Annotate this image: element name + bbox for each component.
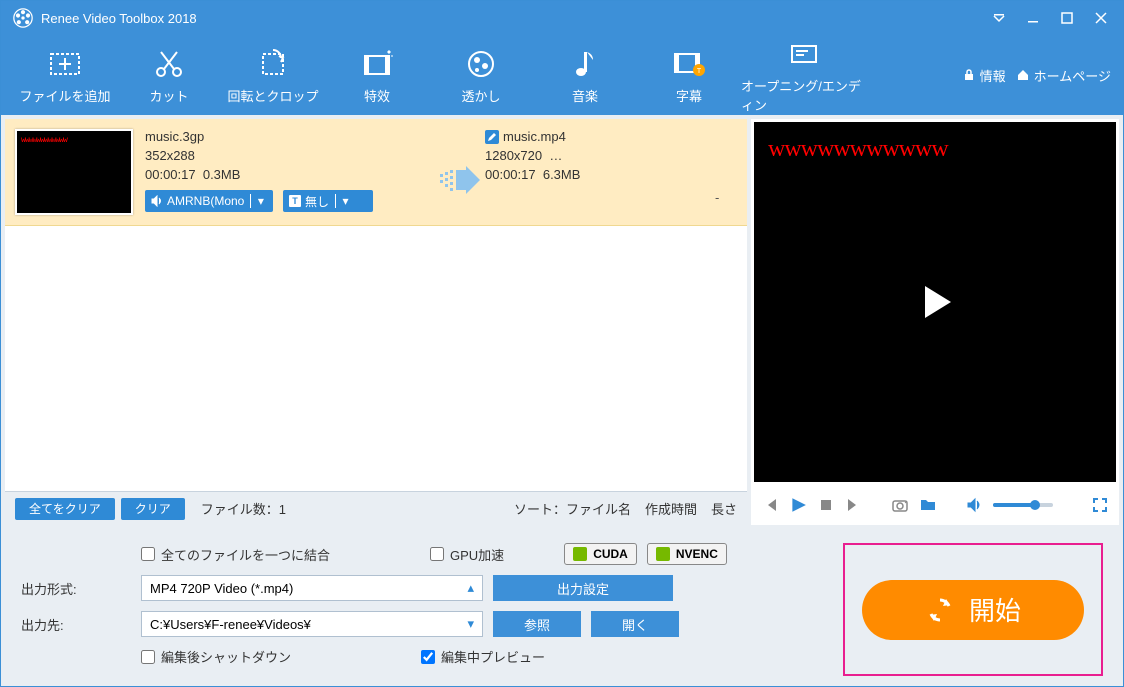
opening-label: オープニング/エンディン bbox=[741, 76, 867, 114]
list-footer: 全てをクリア クリア ファイル数：1 ソート：ファイル名 作成時間 長さ bbox=[5, 491, 747, 525]
play-button[interactable] bbox=[789, 496, 807, 514]
app-window: Renee Video Toolbox 2018 ファイルを追加 カット 回転と… bbox=[0, 0, 1124, 687]
snapshot-button[interactable] bbox=[891, 496, 909, 514]
file-count: ファイル数：1 bbox=[201, 499, 286, 518]
start-highlight: 開始 bbox=[843, 543, 1103, 676]
cuda-badge: CUDA bbox=[564, 543, 637, 565]
preview-panel: wwwwwwwwwww bbox=[751, 119, 1119, 525]
bottom-panel: 全てのファイルを一つに結合 GPU加速 CUDA NVENC 出力形式: MP4… bbox=[1, 529, 1123, 686]
src-resolution: 352x288 bbox=[145, 148, 435, 163]
music-button[interactable]: 音楽 bbox=[533, 46, 637, 105]
cut-label: カット bbox=[149, 86, 188, 105]
app-logo-icon bbox=[13, 8, 33, 28]
dst-filename: music.mp4 bbox=[503, 129, 566, 144]
clear-button[interactable]: クリア bbox=[121, 498, 185, 520]
subtitle-dropdown[interactable]: T無し ▾ bbox=[283, 190, 373, 212]
nvenc-badge: NVENC bbox=[647, 543, 727, 565]
text-icon: T bbox=[289, 195, 301, 207]
svg-text:T: T bbox=[697, 68, 702, 75]
effects-label: 特效 bbox=[364, 86, 390, 105]
speaker-icon bbox=[151, 195, 163, 207]
watermark-label: 透かし bbox=[461, 86, 500, 105]
sort-name[interactable]: ファイル名 bbox=[566, 502, 631, 517]
file-thumbnail: wwwwwwwwwwww bbox=[15, 129, 133, 215]
file-list-panel: wwwwwwwwwwww music.3gp 352x288 00:00:17 … bbox=[5, 119, 747, 525]
open-button[interactable]: 開く bbox=[591, 611, 679, 637]
shutdown-checkbox[interactable]: 編集後シャットダウン bbox=[141, 647, 291, 666]
minimize-icon[interactable] bbox=[1023, 8, 1043, 28]
merge-checkbox[interactable]: 全てのファイルを一つに結合 bbox=[141, 545, 330, 564]
main-area: wwwwwwwwwwww music.3gp 352x288 00:00:17 … bbox=[1, 115, 1123, 529]
preview-watermark: wwwwwwwwwww bbox=[768, 136, 948, 163]
folder-button[interactable] bbox=[919, 496, 937, 514]
output-format-dropdown[interactable]: MP4 720P Video (*.mp4)▴ bbox=[141, 575, 483, 601]
maximize-icon[interactable] bbox=[1057, 8, 1077, 28]
close-icon[interactable] bbox=[1091, 8, 1111, 28]
dropdown-icon[interactable] bbox=[989, 8, 1009, 28]
info-link[interactable]: 情報 bbox=[962, 66, 1006, 85]
effects-button[interactable]: 特效 bbox=[325, 46, 429, 105]
preview-controls bbox=[751, 485, 1119, 525]
subtitle-label: 字幕 bbox=[676, 86, 702, 105]
nvidia-icon bbox=[656, 547, 670, 561]
prev-button[interactable] bbox=[761, 496, 779, 514]
caret-up-icon: ▴ bbox=[467, 580, 474, 596]
output-settings-button[interactable]: 出力設定 bbox=[493, 575, 673, 601]
preview-area: wwwwwwwwwww bbox=[751, 119, 1119, 485]
fullscreen-button[interactable] bbox=[1091, 496, 1109, 514]
caret-down-icon: ▾ bbox=[467, 616, 474, 632]
audio-dropdown[interactable]: AMRNB(Mono ▾ bbox=[145, 190, 273, 212]
clear-all-button[interactable]: 全てをクリア bbox=[15, 498, 115, 520]
opening-button[interactable]: オープニング/エンディン bbox=[741, 36, 867, 114]
rotate-crop-label: 回転とクロップ bbox=[227, 86, 318, 105]
lock-icon bbox=[962, 68, 976, 82]
home-icon bbox=[1016, 68, 1030, 82]
main-toolbar: ファイルを追加 カット 回転とクロップ 特效 透かし 音楽 T 字幕 オープニン bbox=[1, 35, 1123, 115]
homepage-link[interactable]: ホームページ bbox=[1016, 66, 1111, 85]
src-duration: 00:00:17 bbox=[145, 167, 196, 182]
add-file-label: ファイルを追加 bbox=[19, 86, 110, 105]
play-overlay-icon[interactable] bbox=[911, 278, 959, 326]
titlebar: Renee Video Toolbox 2018 bbox=[1, 1, 1123, 35]
src-filename: music.3gp bbox=[145, 129, 435, 144]
output-format-label: 出力形式: bbox=[21, 579, 131, 598]
output-dir-dropdown[interactable]: C:¥Users¥F-renee¥Videos¥▾ bbox=[141, 611, 483, 637]
output-dir-label: 出力先: bbox=[21, 615, 131, 634]
sort-created[interactable]: 作成時間 bbox=[645, 499, 697, 518]
volume-icon[interactable] bbox=[965, 496, 983, 514]
edit-icon[interactable] bbox=[485, 130, 499, 144]
dst-duration: 00:00:17 bbox=[485, 167, 536, 182]
arrow-icon bbox=[438, 166, 482, 194]
dst-resolution: 1280x720 bbox=[485, 148, 542, 163]
file-list: wwwwwwwwwwww music.3gp 352x288 00:00:17 … bbox=[5, 119, 747, 491]
src-size: 0.3MB bbox=[203, 167, 241, 182]
nvidia-icon bbox=[573, 547, 587, 561]
volume-slider[interactable] bbox=[993, 503, 1053, 507]
sort-length[interactable]: 長さ bbox=[711, 499, 737, 518]
watermark-button[interactable]: 透かし bbox=[429, 46, 533, 105]
next-button[interactable] bbox=[845, 496, 863, 514]
stop-button[interactable] bbox=[817, 496, 835, 514]
browse-button[interactable]: 参照 bbox=[493, 611, 581, 637]
gpu-checkbox[interactable]: GPU加速 bbox=[430, 545, 504, 564]
music-label: 音楽 bbox=[572, 86, 598, 105]
dst-size: 6.3MB bbox=[543, 167, 581, 182]
preview-checkbox[interactable]: 編集中プレビュー bbox=[421, 647, 545, 666]
app-title: Renee Video Toolbox 2018 bbox=[41, 11, 989, 26]
rotate-crop-button[interactable]: 回転とクロップ bbox=[221, 46, 325, 105]
add-file-button[interactable]: ファイルを追加 bbox=[13, 46, 117, 105]
sub-value: - bbox=[715, 190, 719, 205]
subtitle-button[interactable]: T 字幕 bbox=[637, 46, 741, 105]
start-button[interactable]: 開始 bbox=[862, 580, 1084, 640]
file-row[interactable]: wwwwwwwwwwww music.3gp 352x288 00:00:17 … bbox=[5, 119, 747, 226]
cut-button[interactable]: カット bbox=[117, 46, 221, 105]
refresh-icon bbox=[925, 595, 955, 625]
